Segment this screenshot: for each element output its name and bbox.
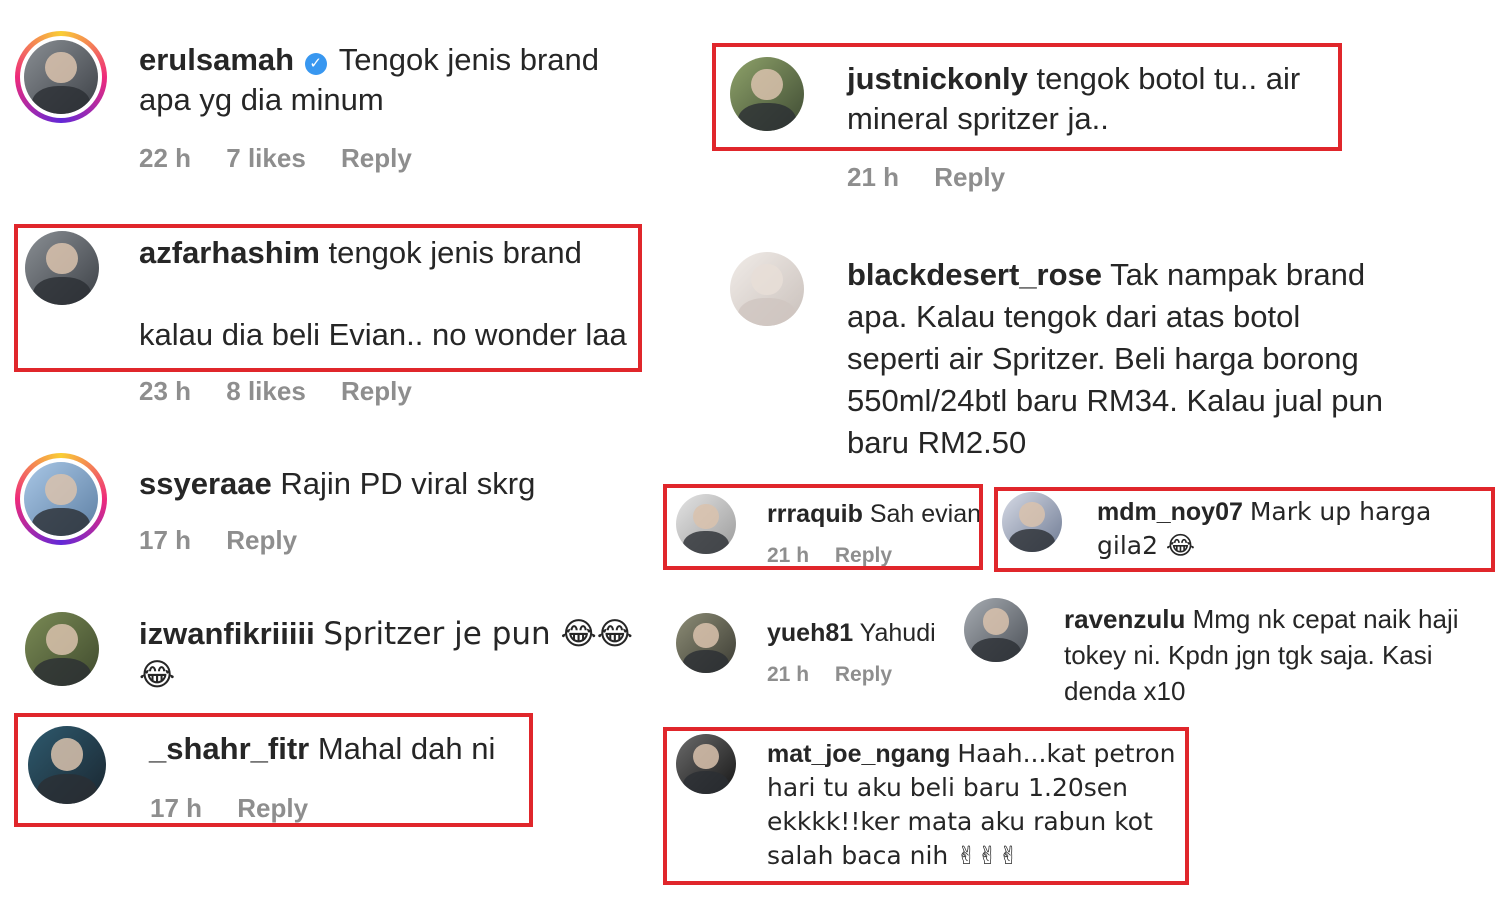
highlight-box (14, 224, 642, 372)
comment-meta: 21 h Reply (767, 663, 920, 687)
comment-meta: 17 h Reply (139, 525, 325, 556)
story-ring[interactable] (15, 453, 107, 545)
reply-button[interactable]: Reply (934, 162, 1005, 192)
likes-count[interactable]: 8 likes (226, 376, 306, 406)
comment-meta: 22 h 7 likes Reply (139, 143, 440, 174)
comment-meta: 21 h Reply (847, 162, 1033, 193)
highlight-box (712, 43, 1342, 151)
username[interactable]: blackdesert_rose (847, 257, 1102, 292)
reply-button[interactable]: Reply (226, 525, 297, 555)
comment-text: Yahudi (859, 619, 936, 647)
reply-button[interactable]: Reply (835, 663, 892, 686)
timestamp: 23 h (139, 376, 192, 406)
highlight-box (663, 727, 1189, 885)
username[interactable]: ssyeraae (139, 466, 272, 501)
avatar-icon[interactable] (25, 612, 99, 686)
avatar-icon[interactable] (964, 598, 1028, 662)
username[interactable]: ravenzulu (1064, 604, 1185, 634)
story-ring[interactable] (15, 31, 107, 123)
timestamp: 22 h (139, 143, 192, 173)
reply-button[interactable]: Reply (341, 376, 412, 406)
timestamp: 17 h (139, 525, 192, 555)
highlight-box (14, 713, 533, 827)
timestamp: 21 h (767, 663, 810, 686)
comment-text: Rajin PD viral skrg (280, 466, 536, 501)
likes-count[interactable]: 7 likes (226, 143, 306, 173)
username[interactable]: yueh81 (767, 619, 853, 647)
timestamp: 21 h (847, 162, 900, 192)
avatar-icon[interactable] (730, 252, 804, 326)
avatar-icon[interactable] (24, 40, 98, 114)
avatar-icon[interactable] (24, 462, 98, 536)
avatar-icon[interactable] (676, 613, 736, 673)
comment-meta: 23 h 8 likes Reply (139, 376, 440, 407)
reply-button[interactable]: Reply (341, 143, 412, 173)
highlight-box (663, 484, 983, 570)
verified-badge-icon: ✓ (304, 53, 327, 75)
username[interactable]: erulsamah (139, 42, 294, 77)
username[interactable]: izwanfikriiiii (139, 616, 315, 651)
highlight-box (994, 487, 1495, 572)
